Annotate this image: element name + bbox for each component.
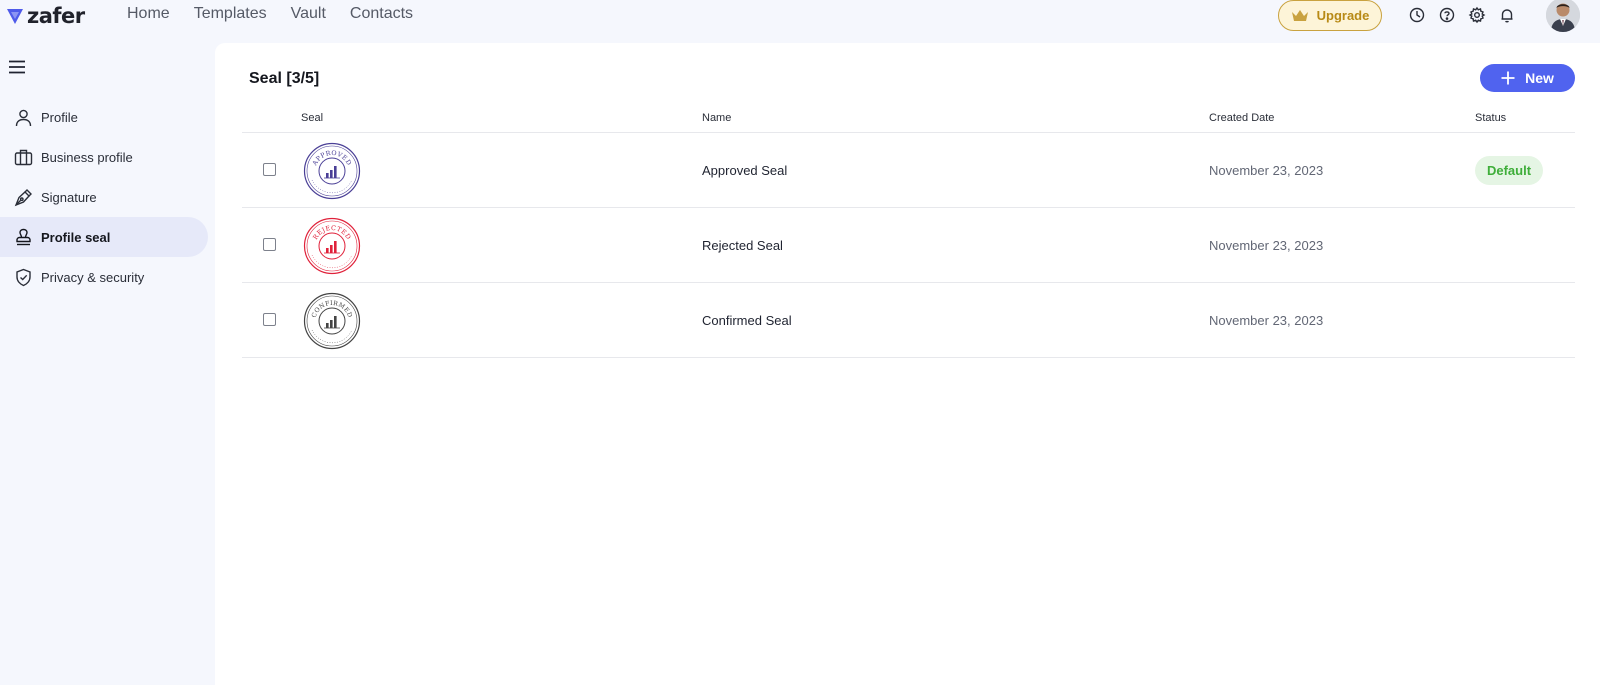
sidebar-item-signature[interactable]: Signature <box>0 177 208 217</box>
table-row[interactable]: CONFIRMED Confirmed Seal November 23, 20… <box>242 283 1575 358</box>
column-header-status[interactable]: Status <box>1475 112 1506 124</box>
help-icon[interactable] <box>1438 6 1456 24</box>
seal-created-date: November 23, 2023 <box>1209 163 1324 178</box>
bell-icon[interactable] <box>1498 6 1516 24</box>
shield-check-icon <box>16 268 31 286</box>
crown-icon <box>1291 9 1308 21</box>
new-button-label: New <box>1525 70 1554 86</box>
main-nav: Home Templates Vault Contacts <box>127 5 413 23</box>
sidebar-item-profile-seal[interactable]: Profile seal <box>0 217 208 257</box>
sidebar-item-label: Business profile <box>41 149 133 165</box>
sidebar: Profile Business profile Signature Profi… <box>0 43 215 685</box>
seal-created-date: November 23, 2023 <box>1209 238 1324 253</box>
seal-name: Confirmed Seal <box>702 313 792 328</box>
hamburger-menu-icon[interactable] <box>8 60 26 74</box>
brand-logo[interactable]: zafer <box>6 3 85 29</box>
gear-icon[interactable] <box>1468 6 1486 24</box>
top-icons <box>1408 6 1516 24</box>
nav-templates[interactable]: Templates <box>194 5 267 23</box>
seal-table: Seal Name Created Date Status APPROVED A… <box>242 107 1575 358</box>
seal-created-date: November 23, 2023 <box>1209 313 1324 328</box>
main-panel: Seal [3/5] New Seal Name Created Date St… <box>215 43 1600 685</box>
seal-name: Approved Seal <box>702 163 788 178</box>
table-header: Seal Name Created Date Status <box>242 107 1575 133</box>
upgrade-button[interactable]: Upgrade <box>1278 0 1382 31</box>
logo-mark-icon <box>7 9 23 24</box>
sidebar-item-label: Signature <box>41 189 97 205</box>
pen-nib-icon <box>14 188 32 206</box>
sidebar-item-profile[interactable]: Profile <box>0 97 208 137</box>
column-header-name[interactable]: Name <box>702 112 731 124</box>
rejected-seal-image: REJECTED <box>303 217 361 275</box>
row-checkbox[interactable] <box>263 163 276 176</box>
upgrade-label: Upgrade <box>1316 8 1370 23</box>
seal-name: Rejected Seal <box>702 238 783 253</box>
table-row[interactable]: REJECTED Rejected Seal November 23, 2023 <box>242 208 1575 283</box>
confirmed-seal-image: CONFIRMED <box>303 292 361 350</box>
top-bar: zafer Home Templates Vault Contacts Upgr… <box>0 0 1600 43</box>
column-header-seal[interactable]: Seal <box>301 112 323 124</box>
sidebar-item-label: Profile seal <box>41 229 111 245</box>
sidebar-item-business-profile[interactable]: Business profile <box>0 137 208 177</box>
page-title: Seal [3/5] <box>249 70 320 87</box>
table-row[interactable]: APPROVED Approved Seal November 23, 2023… <box>242 133 1575 208</box>
avatar-image <box>1546 0 1580 32</box>
column-header-created-date[interactable]: Created Date <box>1209 112 1274 124</box>
clock-icon[interactable] <box>1408 6 1426 24</box>
briefcase-icon <box>14 149 33 165</box>
row-checkbox[interactable] <box>263 238 276 251</box>
user-icon <box>15 109 32 126</box>
nav-vault[interactable]: Vault <box>291 5 326 23</box>
brand-name: zafer <box>27 4 85 28</box>
sidebar-item-label: Profile <box>41 109 78 125</box>
sidebar-item-label: Privacy & security <box>41 269 145 285</box>
nav-contacts[interactable]: Contacts <box>350 5 413 23</box>
sidebar-item-privacy-security[interactable]: Privacy & security <box>0 257 208 297</box>
new-seal-button[interactable]: New <box>1480 64 1575 92</box>
nav-home[interactable]: Home <box>127 5 170 23</box>
plus-icon <box>1501 71 1515 85</box>
stamp-icon <box>16 228 31 245</box>
approved-seal-image: APPROVED <box>303 142 361 200</box>
status-badge: Default <box>1475 156 1543 185</box>
row-checkbox[interactable] <box>263 313 276 326</box>
avatar[interactable] <box>1546 0 1580 32</box>
